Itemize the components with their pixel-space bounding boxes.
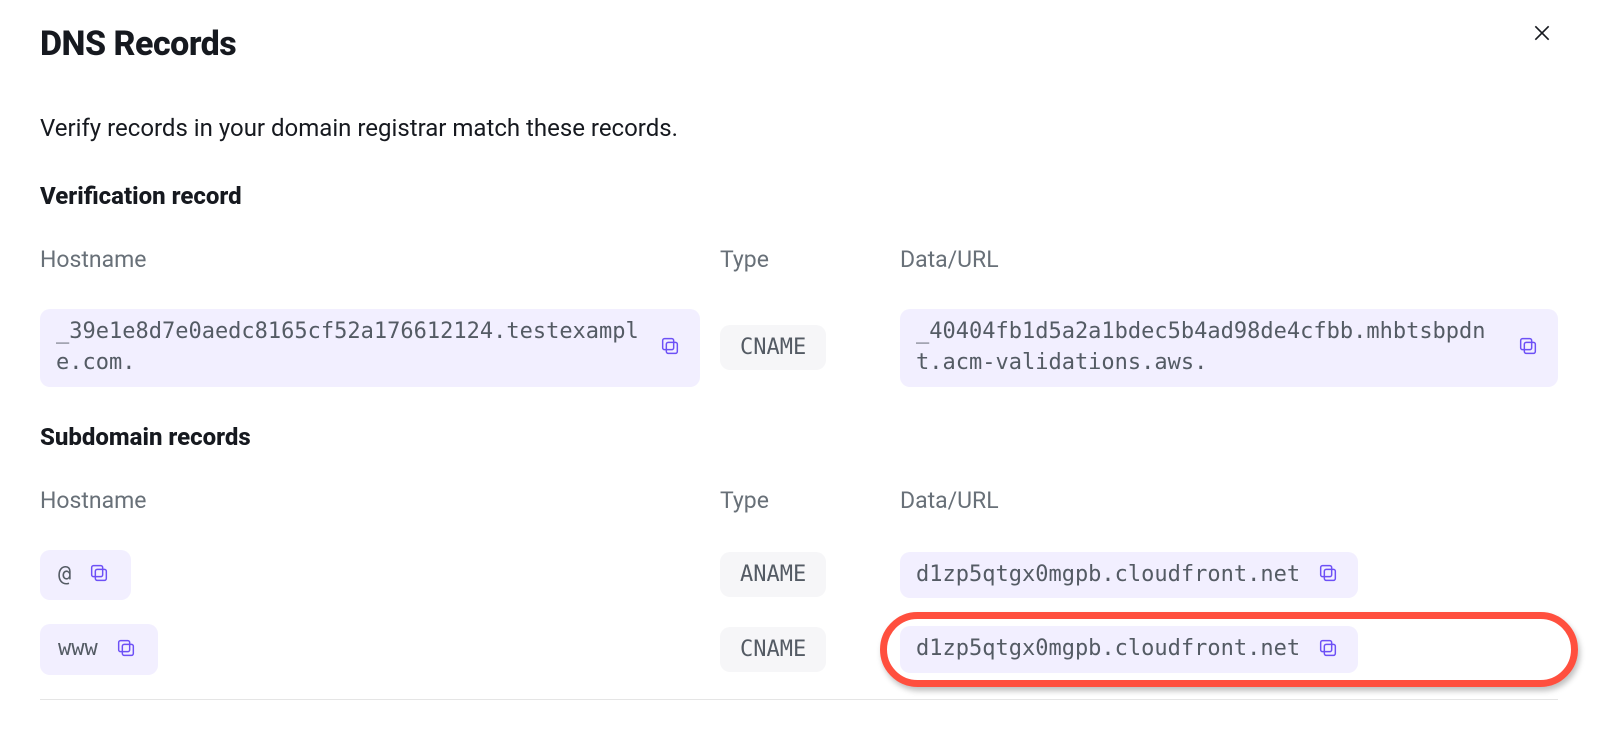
col-hostname-label: Hostname bbox=[40, 487, 700, 514]
subdomain-row: www CNAME d1zp5qtgx0mgpb.cloudfront.net bbox=[40, 624, 1558, 675]
verification-data-value: _40404fb1d5a2a1bdec5b4ad98de4cfbb.mhbtsb… bbox=[916, 317, 1500, 379]
subdomain-hostname-value: @ bbox=[58, 560, 71, 591]
verification-data-chip: _40404fb1d5a2a1bdec5b4ad98de4cfbb.mhbtsb… bbox=[900, 309, 1558, 387]
col-dataurl-label: Data/URL bbox=[900, 246, 1558, 273]
column-headers: Hostname Type Data/URL bbox=[40, 487, 1558, 514]
col-type-label: Type bbox=[720, 487, 880, 514]
copy-icon bbox=[1317, 637, 1339, 662]
subdomain-data-chip: d1zp5qtgx0mgpb.cloudfront.net bbox=[900, 552, 1358, 599]
subdomain-data-value: d1zp5qtgx0mgpb.cloudfront.net bbox=[916, 634, 1300, 665]
column-headers: Hostname Type Data/URL bbox=[40, 246, 1558, 273]
copy-verification-data-button[interactable] bbox=[1514, 334, 1542, 362]
subdomain-heading: Subdomain records bbox=[40, 423, 1558, 451]
subdomain-type-pill: CNAME bbox=[720, 627, 826, 672]
col-type-label: Type bbox=[720, 246, 880, 273]
verification-hostname-value: _39e1e8d7e0aedc8165cf52a176612124.testex… bbox=[56, 317, 642, 379]
verification-row: _39e1e8d7e0aedc8165cf52a176612124.testex… bbox=[40, 309, 1558, 387]
subdomain-row: @ ANAME d1zp5qtgx0mgpb.cloudfront.net bbox=[40, 550, 1558, 601]
copy-icon bbox=[1517, 335, 1539, 360]
verification-heading: Verification record bbox=[40, 182, 1558, 210]
subdomain-type-pill: ANAME bbox=[720, 552, 826, 597]
dialog-subtitle: Verify records in your domain registrar … bbox=[40, 114, 1558, 142]
copy-subdomain-data-button[interactable] bbox=[1314, 636, 1342, 664]
copy-icon bbox=[115, 637, 137, 662]
subdomain-hostname-value: www bbox=[58, 634, 98, 665]
col-hostname-label: Hostname bbox=[40, 246, 700, 273]
divider bbox=[40, 699, 1558, 700]
subdomain-hostname-chip: www bbox=[40, 624, 158, 675]
verification-hostname-chip: _39e1e8d7e0aedc8165cf52a176612124.testex… bbox=[40, 309, 700, 387]
copy-icon bbox=[88, 562, 110, 587]
close-button[interactable] bbox=[1526, 18, 1558, 50]
subdomain-data-value: d1zp5qtgx0mgpb.cloudfront.net bbox=[916, 560, 1300, 591]
verification-type-pill: CNAME bbox=[720, 325, 826, 370]
copy-verification-hostname-button[interactable] bbox=[656, 334, 684, 362]
copy-subdomain-hostname-button[interactable] bbox=[85, 561, 113, 589]
col-dataurl-label: Data/URL bbox=[900, 487, 1558, 514]
subdomain-hostname-chip: @ bbox=[40, 550, 131, 601]
copy-icon bbox=[659, 335, 681, 360]
dialog-title: DNS Records bbox=[40, 24, 1558, 64]
copy-icon bbox=[1317, 562, 1339, 587]
subdomain-data-chip: d1zp5qtgx0mgpb.cloudfront.net bbox=[900, 626, 1358, 673]
copy-subdomain-hostname-button[interactable] bbox=[112, 636, 140, 664]
close-icon bbox=[1532, 23, 1552, 46]
copy-subdomain-data-button[interactable] bbox=[1314, 561, 1342, 589]
